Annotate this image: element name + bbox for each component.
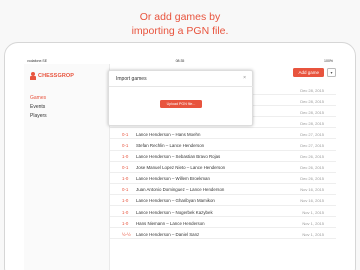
game-result: 0-1 [122,131,129,137]
game-players: Stefan Rechlin – Lance Henderson [136,142,205,148]
table-row[interactable]: 1-0 Hans Niemann – Lance Henderson Nov 1, … [110,217,336,229]
game-date: Nov 1, 2015 [302,220,324,226]
game-date: Nov 16, 2015 [300,187,324,193]
game-result: 1-0 [122,209,129,215]
game-result: 0-1 [122,142,129,148]
game-players: Lance Henderson – Willem Broekman [136,176,210,182]
table-row[interactable]: 0-1 Lance Henderson – Hans Moehn Dec 27, 2… [110,128,336,140]
sidebar: CHESSGROP Games Events Players [24,64,110,270]
game-result: 1-0 [122,220,129,226]
game-players: Hans Niemann – Lance Henderson [136,220,205,226]
game-date: Dec 26, 2015 [300,165,324,171]
game-players: Lance Henderson – Hans Moehn [136,131,201,137]
chevron-down-icon: ▾ [330,70,333,75]
game-result: 1-0 [122,176,129,182]
promo-line-2: importing a PGN file. [131,25,229,37]
close-icon[interactable]: × [243,75,246,81]
game-date: Nov 1, 2015 [302,231,324,237]
table-row[interactable]: 1-0 Lance Henderson – Nogerbek Kazybek Nov… [110,206,336,218]
game-result: 0-1 [122,187,129,193]
game-result: 1-0 [122,198,129,204]
dialog-title: Import games [116,76,147,82]
table-row[interactable]: 0-1 Stefan Rechlin – Lance Henderson Dec 2… [110,139,336,151]
table-row[interactable]: 0-1 Juan Antonio Dominguez – Lance Hender… [110,184,336,195]
game-result: 1-0 [122,154,129,160]
app-logo: CHESSGROP [30,72,74,80]
promo-line-1: Or add games by [139,11,221,23]
game-date: Dec 28, 2015 [300,87,324,93]
knight-icon [30,72,36,80]
toolbar: Add game ▾ [293,68,336,77]
game-players: Lance Henderson – Sebastian Bravo Rojas [136,154,221,160]
game-date: Nov 16, 2015 [300,198,324,204]
battery-label: 100% [324,59,333,63]
promo-caption: Or add games by importing a PGN file. [0,10,360,38]
dialog-divider [109,86,254,87]
table-row[interactable]: 1-0 Lance Henderson – Willem Broekman Dec … [110,173,336,184]
game-players: Lance Henderson – Daniel Sanz [136,231,200,237]
game-date: Nov 1, 2015 [302,209,324,215]
clock-label: 08:35 [175,59,185,63]
table-row[interactable]: 1-0 Lance Henderson – Sebastian Bravo Roj… [110,151,336,162]
sidebar-item-events[interactable]: Events [30,103,47,112]
game-date: Dec 26, 2015 [300,154,324,160]
game-players: Lance Henderson – Nogerbek Kazybek [136,209,213,215]
game-date: Dec 28, 2015 [300,98,324,104]
table-row[interactable]: 0-1 Jose Manuel Lopez Nieto – Lance Hende… [110,162,336,173]
game-players: Jose Manuel Lopez Nieto – Lance Henderso… [136,165,226,171]
sidebar-nav: Games Events Players [30,94,47,121]
game-result: 0-1 [122,165,129,171]
game-result: ½-½ [122,231,131,237]
game-date: Dec 28, 2015 [300,120,324,126]
more-options-button[interactable]: ▾ [327,68,336,77]
table-row[interactable]: ½-½ Lance Henderson – Daniel Sanz Nov 1, 2… [110,228,336,240]
sidebar-item-players[interactable]: Players [30,112,47,121]
brand-name: CHESSGROP [38,73,75,79]
game-players: Juan Antonio Dominguez – Lance Henderson [136,187,225,193]
add-game-button[interactable]: Add game [293,68,324,77]
game-date: Dec 26, 2015 [300,176,324,182]
game-players: Lance Henderson – Gharibyan Mamikon [136,198,215,204]
game-date: Dec 27, 2015 [300,131,324,137]
table-row[interactable]: 1-0 Lance Henderson – Gharibyan Mamikon No… [110,195,336,207]
import-games-dialog: Import games × Upload PGN file... [108,70,254,126]
game-date: Dec 27, 2015 [300,142,324,148]
upload-pgn-button[interactable]: Upload PGN file... [160,100,202,108]
sidebar-item-games[interactable]: Games [30,94,47,103]
game-date: Dec 28, 2015 [300,109,324,115]
